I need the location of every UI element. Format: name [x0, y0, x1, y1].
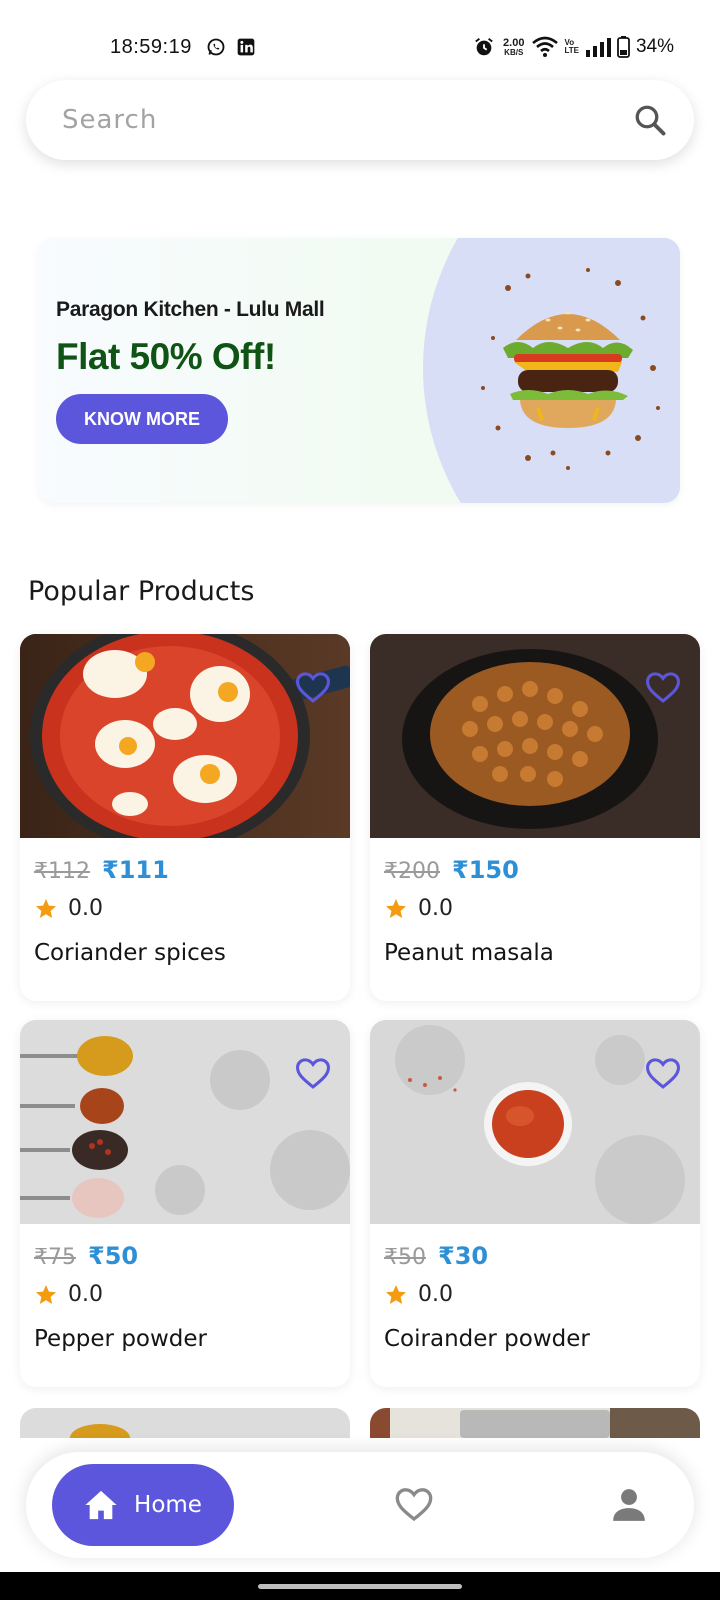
whatsapp-icon [207, 38, 225, 56]
rating-row: 0.0 [34, 896, 103, 921]
search-icon[interactable] [632, 102, 668, 138]
price-original: ₹50 [384, 1245, 426, 1270]
price-discounted: ₹111 [102, 856, 169, 884]
heart-icon[interactable] [294, 670, 332, 704]
rating-value: 0.0 [418, 1282, 453, 1307]
volte-bottom: LTE [564, 46, 579, 55]
heart-icon[interactable] [394, 1484, 434, 1524]
heart-icon[interactable] [294, 1056, 332, 1090]
volte-indicator: Vo LTE [564, 39, 579, 55]
product-name: Coirander powder [384, 1326, 590, 1352]
price-discounted: ₹150 [452, 856, 519, 884]
product-card[interactable]: ₹50 ₹30 0.0 Coirander powder [370, 1020, 700, 1387]
product-image-coriander-spices [20, 634, 350, 838]
promo-banner[interactable]: Paragon Kitchen - Lulu Mall Flat 50% Off… [38, 238, 680, 503]
heart-icon[interactable] [644, 670, 682, 704]
product-name: Pepper powder [34, 1326, 208, 1352]
product-name: Coriander spices [34, 940, 226, 966]
know-more-button[interactable]: KNOW MORE [56, 394, 228, 444]
product-image-partial [20, 1408, 350, 1438]
bottom-navigation: Home [26, 1452, 694, 1558]
price-row: ₹75 ₹50 [34, 1242, 138, 1270]
status-time: 18:59:19 [110, 36, 192, 58]
price-discounted: ₹30 [438, 1242, 489, 1270]
wifi-icon [532, 36, 559, 57]
rating-row: 0.0 [384, 1282, 453, 1307]
network-speed-unit: KB/S [504, 47, 524, 57]
price-discounted: ₹50 [88, 1242, 139, 1270]
linkedin-icon [237, 38, 255, 56]
alarm-icon [475, 38, 493, 56]
rating-value: 0.0 [68, 896, 103, 921]
nav-home-button[interactable]: Home [52, 1464, 234, 1546]
product-name: Peanut masala [384, 940, 554, 966]
product-image-peanut-masala [370, 634, 700, 838]
rating-value: 0.0 [68, 1282, 103, 1307]
gesture-handle[interactable] [258, 1584, 462, 1589]
gesture-bar [0, 1572, 720, 1600]
star-icon [36, 898, 56, 918]
product-card[interactable]: ₹75 ₹50 0.0 Pepper powder [20, 1020, 350, 1387]
price-row: ₹200 ₹150 [384, 856, 519, 884]
network-speed-value: 2.00 [503, 36, 525, 49]
rating-value: 0.0 [418, 896, 453, 921]
search-bar[interactable] [26, 80, 694, 160]
battery-percent: 34% [635, 36, 674, 57]
heart-icon[interactable] [644, 1056, 682, 1090]
product-card-partial[interactable] [370, 1408, 700, 1438]
price-row: ₹50 ₹30 [384, 1242, 488, 1270]
banner-title: Flat 50% Off! [56, 336, 276, 377]
price-original: ₹200 [384, 859, 440, 884]
product-image-coriander-powder [370, 1020, 700, 1224]
product-image-partial [370, 1408, 700, 1438]
rating-row: 0.0 [34, 1282, 103, 1307]
home-icon [85, 1490, 117, 1520]
price-original: ₹112 [34, 859, 90, 884]
star-icon [386, 898, 406, 918]
person-icon[interactable] [610, 1486, 648, 1524]
price-original: ₹75 [34, 1245, 76, 1270]
star-icon [386, 1284, 406, 1304]
product-image-pepper-powder [20, 1020, 350, 1224]
banner-subtitle: Paragon Kitchen - Lulu Mall [56, 298, 325, 321]
product-card[interactable]: ₹200 ₹150 0.0 Peanut masala [370, 634, 700, 1001]
star-icon [36, 1284, 56, 1304]
battery-icon [617, 36, 630, 58]
status-icons: 2.00 KB/S Vo LTE 34% [473, 34, 674, 60]
network-speed: 2.00 KB/S [503, 36, 525, 57]
signal-icon [585, 38, 611, 57]
nav-home-label: Home [134, 1492, 202, 1518]
burger-image [481, 268, 660, 470]
search-input[interactable] [62, 105, 632, 135]
product-card[interactable]: ₹112 ₹111 0.0 Coriander spices [20, 634, 350, 1001]
product-card-partial[interactable] [20, 1408, 350, 1438]
section-title-popular: Popular Products [28, 576, 255, 607]
price-row: ₹112 ₹111 [34, 856, 169, 884]
rating-row: 0.0 [384, 896, 453, 921]
